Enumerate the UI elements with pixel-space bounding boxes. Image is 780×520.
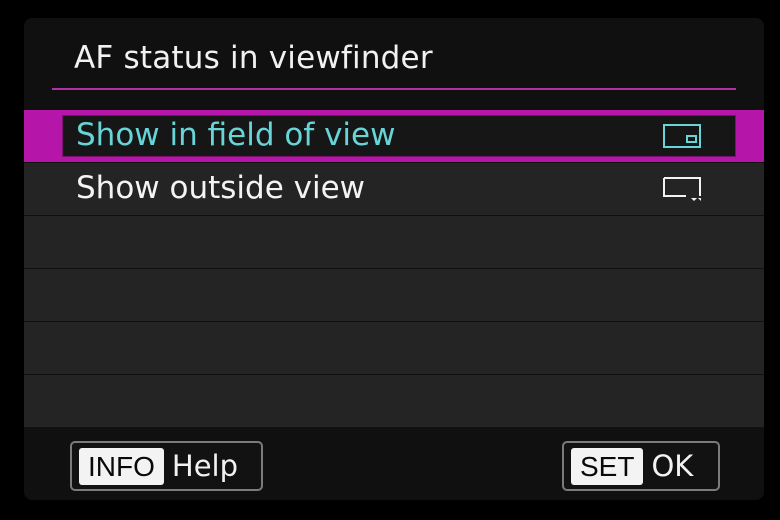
info-key-label: INFO: [79, 447, 164, 485]
option-list: Show in field of view Show outside view: [24, 110, 764, 428]
empty-row: [24, 216, 764, 268]
set-key-label: SET: [571, 447, 644, 485]
info-help-button[interactable]: INFO Help: [70, 441, 263, 491]
frame-with-outside-indicator-icon: [662, 176, 702, 202]
frame-with-inner-indicator-icon: [662, 123, 702, 149]
camera-menu-screen: AF status in viewfinder Show in field of…: [24, 18, 764, 500]
option-label: Show in field of view: [76, 117, 396, 153]
option-show-in-field[interactable]: Show in field of view: [24, 110, 764, 162]
option-label: Show outside view: [76, 170, 366, 206]
title-divider: [52, 88, 736, 90]
set-ok-button[interactable]: SET OK: [562, 441, 720, 491]
empty-row: [24, 322, 764, 374]
option-show-outside[interactable]: Show outside view: [24, 163, 764, 215]
empty-row: [24, 269, 764, 321]
empty-row: [24, 375, 764, 427]
ok-label: OK: [651, 448, 694, 483]
page-title: AF status in viewfinder: [74, 40, 433, 76]
help-label: Help: [171, 448, 239, 483]
